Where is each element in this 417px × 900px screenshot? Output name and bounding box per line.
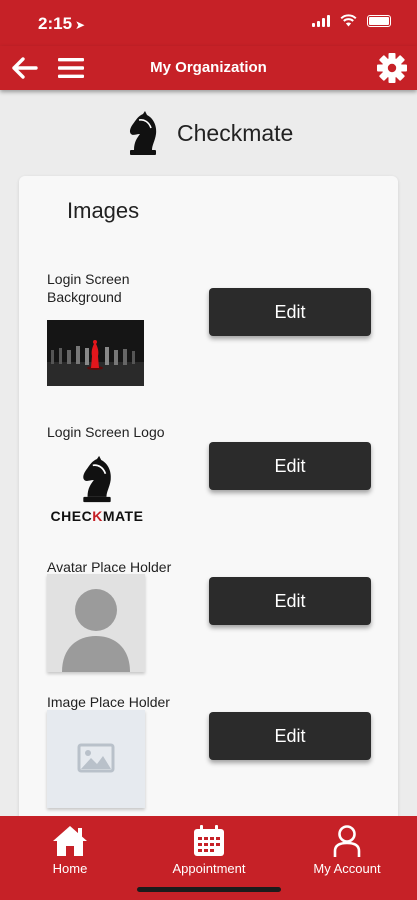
edit-image-placeholder-button[interactable]: Edit: [209, 712, 371, 760]
login-background-label: Login Screen Background: [47, 271, 130, 305]
image-placeholder-thumbnail: [47, 710, 145, 808]
wifi-icon: [340, 14, 357, 27]
knight-logo-icon: [83, 455, 111, 503]
card-title: Images: [67, 198, 140, 223]
checkmate-wordmark: CHECKMATE: [47, 508, 147, 524]
login-background-thumbnail: [47, 320, 144, 386]
tab-home-label: Home: [52, 861, 88, 876]
avatar-silhouette-icon: [62, 589, 130, 672]
status-bar: 2:15 ➤: [0, 0, 417, 46]
status-time: 2:15 ➤: [38, 14, 85, 34]
calendar-icon: [194, 825, 224, 856]
status-icons: [312, 14, 391, 27]
user-icon: [333, 825, 361, 857]
avatar-placeholder-thumbnail: [47, 574, 145, 672]
home-indicator[interactable]: [137, 887, 281, 892]
login-logo-label: Login Screen Logo: [47, 424, 165, 440]
settings-gear-icon[interactable]: [375, 51, 409, 85]
edit-login-logo-button[interactable]: Edit: [209, 442, 371, 490]
bottom-tab-bar: Home Appointment My Account: [0, 816, 417, 900]
tab-appointment[interactable]: Appointment: [164, 824, 254, 876]
wordmark-highlight: K: [92, 508, 103, 524]
wordmark-suffix: MATE: [102, 508, 144, 524]
edit-avatar-placeholder-button[interactable]: Edit: [209, 577, 371, 625]
battery-icon: [367, 14, 391, 27]
location-arrow-icon: ➤: [75, 18, 86, 32]
tab-my-account-label: My Account: [313, 861, 381, 876]
clock-text: 2:15: [38, 14, 73, 33]
image-placeholder-label: Image Place Holder: [47, 694, 170, 710]
organization-header: Checkmate: [0, 110, 417, 156]
image-icon: [77, 743, 115, 773]
edit-login-background-button[interactable]: Edit: [209, 288, 371, 336]
images-card: Images Login Screen Background Edit Logi…: [19, 176, 398, 826]
login-logo-thumbnail: CHECKMATE: [47, 454, 147, 526]
knight-logo-icon: [129, 111, 157, 155]
organization-name: Checkmate: [177, 120, 294, 146]
cellular-signal-icon: [312, 14, 330, 27]
wordmark-prefix: CHEC: [50, 508, 93, 524]
home-icon: [53, 826, 87, 856]
tab-my-account[interactable]: My Account: [306, 824, 388, 876]
page-title: My Organization: [150, 59, 267, 76]
app-bar: My Organization: [0, 46, 417, 90]
tab-appointment-label: Appointment: [172, 861, 246, 876]
tab-home[interactable]: Home: [39, 824, 101, 876]
